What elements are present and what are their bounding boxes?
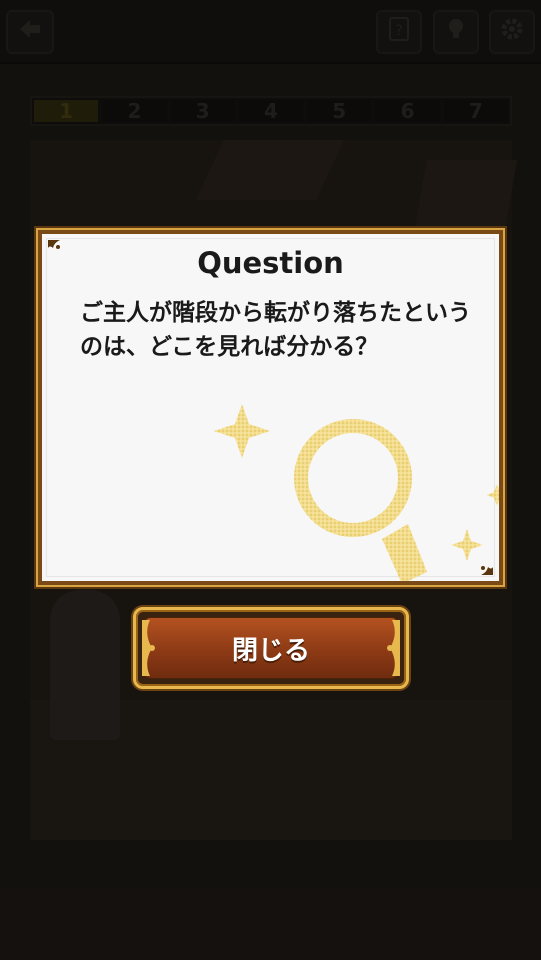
corner-ornament-icon (473, 555, 495, 577)
button-ornament-icon (140, 618, 160, 678)
question-dialog: Question ご主人が階段から転がり落ちたというのは、どこを見れば分かる？ (38, 230, 503, 585)
button-ornament-icon (382, 618, 402, 678)
close-button[interactable]: 閉じる (133, 607, 409, 689)
close-button-label: 閉じる (231, 635, 310, 666)
dialog-title: Question (197, 246, 344, 280)
magnifying-glass-icon (214, 404, 499, 581)
question-text: ご主人が階段から転がり落ちたというのは、どこを見れば分かる？ (80, 300, 471, 360)
